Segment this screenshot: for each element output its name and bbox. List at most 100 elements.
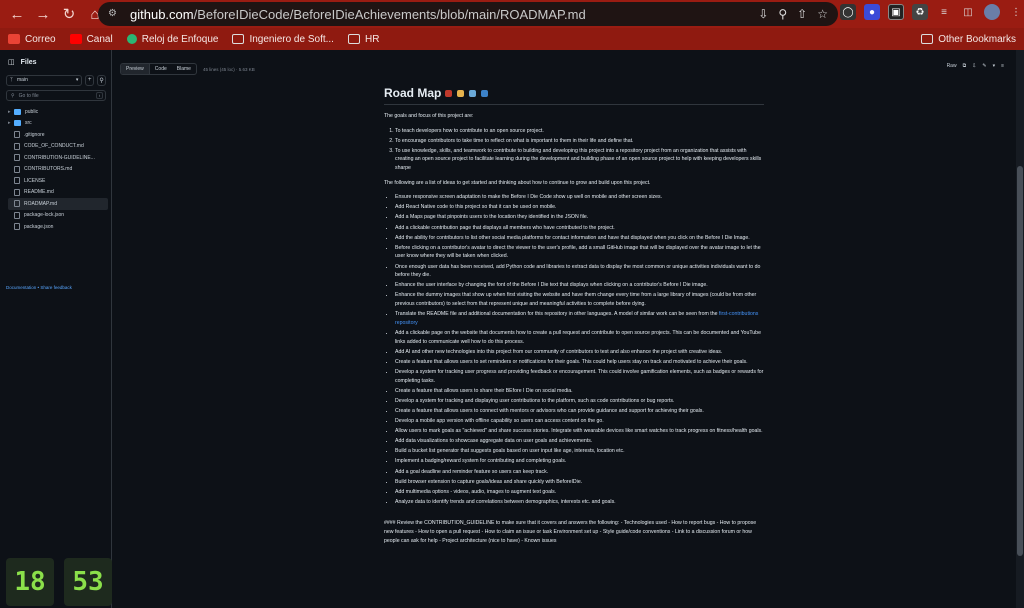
list-item: Add a clickable contribution page that d…: [395, 224, 764, 233]
tree-item-readme[interactable]: README.md: [8, 187, 108, 199]
tree-item-package-lock[interactable]: package-lock.json: [8, 210, 108, 222]
bookmark-label: Reloj de Enfoque: [141, 33, 219, 45]
tree-item-contribution-guideline[interactable]: CONTRIBUTION-GUIDELINE...: [8, 152, 108, 164]
tree-item-license[interactable]: LICENSE: [8, 175, 108, 187]
file-actions: Raw ⧉ ⇩ ✎ ▾ ≡: [947, 63, 1004, 69]
menu-icon[interactable]: ⋮: [1008, 4, 1024, 20]
tree-item-roadmap[interactable]: ROADMAP.md: [8, 198, 108, 210]
list-item: Analyze data to identify trends and corr…: [395, 498, 764, 507]
edit-pencil-icon[interactable]: ✎: [982, 63, 986, 69]
sidebar-toggle-icon[interactable]: ◫: [8, 58, 15, 66]
reload-icon[interactable]: ↻: [58, 3, 80, 25]
url-path: /BeforeIDieCode/BeforeIDieAchievements/b…: [193, 6, 586, 22]
folder-icon: [232, 34, 245, 44]
side-panel-icon[interactable]: ◫: [960, 4, 976, 20]
list-item: Create a feature that allows users to sh…: [395, 387, 764, 396]
tree-item-label: package.json: [24, 223, 54, 230]
file-icon: [14, 223, 20, 231]
tree-item-code-of-conduct[interactable]: CODE_OF_CONDUCT.md: [8, 141, 108, 153]
raw-button[interactable]: Raw: [947, 63, 957, 69]
tree-item-src[interactable]: ▸ src: [8, 118, 108, 130]
extensions-puzzle-icon[interactable]: ♻: [912, 4, 928, 20]
tree-item-label: CONTRIBUTION-GUIDELINE...: [24, 154, 95, 161]
clock-hours: 18: [6, 558, 54, 606]
list-item: Create a feature that allows users to se…: [395, 358, 764, 367]
tree-item-public[interactable]: ▸ public: [8, 106, 108, 118]
list-item: Add a goal deadline and reminder feature…: [395, 468, 764, 477]
tree-item-contributors[interactable]: CONTRIBUTORS.md: [8, 164, 108, 176]
tab-code[interactable]: Code: [150, 64, 172, 74]
extensions-area: ◯ ● ▣ ♻ ≡ ◫ ⋮: [840, 4, 1024, 20]
list-item: To teach developers how to contribute to…: [395, 127, 764, 136]
sidebar-footer-links[interactable]: Documentation • Share feedback: [6, 285, 72, 290]
bookmark-item[interactable]: Correo: [8, 34, 56, 45]
list-item: Add AI and other new technologies into t…: [395, 348, 764, 357]
tree-item-gitignore[interactable]: .gitignore: [8, 129, 108, 141]
chevron-down-icon[interactable]: ▾: [993, 63, 996, 69]
bookmark-star-icon[interactable]: ☆: [817, 7, 828, 21]
back-icon[interactable]: ←: [6, 3, 28, 25]
scrollbar-thumb[interactable]: [1017, 166, 1023, 556]
install-icon[interactable]: ⇩: [758, 7, 768, 21]
go-to-file-input[interactable]: ⚲ Go to file t: [6, 90, 106, 101]
tree-item-label: ROADMAP.md: [24, 200, 57, 207]
bookmark-item[interactable]: Reloj de Enfoque: [126, 33, 219, 45]
list-item: Enhance the dummy images that show up wh…: [395, 291, 764, 308]
file-header-bar: Preview Code Blame 45 lines (45 loc) · 5…: [120, 62, 1008, 76]
list-item: Develop a system for tracking user progr…: [395, 368, 764, 385]
file-icon: [14, 177, 20, 185]
list-item: Enhance the user interface by changing t…: [395, 281, 764, 290]
download-icon[interactable]: ⇩: [972, 63, 976, 69]
sidebar-title: Files: [20, 58, 37, 66]
intro-paragraph: The goals and focus of this project are:: [384, 113, 474, 119]
list-item: Add data visualizations to showcase aggr…: [395, 437, 764, 446]
forward-icon[interactable]: →: [32, 3, 54, 25]
file-icon: [14, 211, 20, 219]
file-meta: 45 lines (45 loc) · 5.63 KB: [202, 66, 255, 72]
tree-item-label: .gitignore: [24, 131, 45, 138]
folder-icon: [347, 34, 360, 44]
github-page: ◫ Files ᛉ main ▾ + ⚲ ⚲ Go to file t ▸ pub…: [0, 50, 1024, 608]
tree-item-package-json[interactable]: package.json: [8, 221, 108, 233]
shortcut-key: t: [96, 92, 103, 99]
folder-icon: [14, 108, 21, 115]
bookmark-item[interactable]: HR: [347, 33, 380, 45]
media-queue-icon[interactable]: ≡: [936, 4, 952, 20]
list-item: Develop a mobile app version with offlin…: [395, 417, 764, 426]
branch-selector[interactable]: ᛉ main ▾: [6, 74, 83, 86]
bookmark-label: Correo: [25, 33, 56, 45]
list-item: Before clicking on a contributor's avata…: [395, 244, 764, 261]
address-bar[interactable]: ⚙ github.com/BeforeIDieCode/BeforeIDieAc…: [98, 2, 838, 26]
extension-glasses-icon[interactable]: ◯: [840, 4, 856, 20]
site-info-icon[interactable]: ⚙: [108, 8, 120, 20]
tab-preview[interactable]: Preview: [121, 64, 150, 74]
extension-globe-icon[interactable]: ●: [864, 4, 880, 20]
other-bookmarks[interactable]: Other Bookmarks: [921, 28, 1016, 50]
extension-box-icon[interactable]: ▣: [888, 4, 904, 20]
tree-item-label: package-lock.json: [24, 212, 65, 219]
list-item: To use knowledge, skills, and teamwork t…: [395, 147, 764, 173]
folder-icon: [921, 34, 934, 44]
copy-icon[interactable]: ⧉: [963, 63, 967, 69]
bookmark-item[interactable]: Ingeniero de Soft...: [232, 34, 334, 45]
share-icon[interactable]: ⇧: [797, 7, 807, 21]
list-item: Add multimedia options - videos, audio, …: [395, 488, 764, 497]
outline-list-icon[interactable]: ≡: [1001, 63, 1004, 69]
bookmark-item[interactable]: Canal: [69, 34, 113, 45]
file-icon: [14, 154, 20, 162]
gmail-icon: [8, 34, 20, 44]
list-item: Add the ability for contributors to list…: [395, 234, 764, 243]
tab-blame[interactable]: Blame: [172, 64, 196, 74]
search-button[interactable]: ⚲: [97, 74, 107, 86]
list-item: Build a bucket list generator that sugge…: [395, 447, 764, 456]
branch-name: main: [17, 77, 28, 83]
bookmark-label: HR: [364, 33, 380, 45]
zoom-icon[interactable]: ⚲: [778, 7, 787, 21]
add-file-button[interactable]: +: [85, 74, 95, 86]
profile-avatar[interactable]: [984, 4, 1000, 20]
other-bookmarks-label: Other Bookmarks: [938, 33, 1016, 45]
page-scrollbar[interactable]: [1016, 50, 1024, 608]
tree-item-label: public: [25, 108, 39, 115]
search-icon: ⚲: [11, 92, 15, 99]
tree-item-label: LICENSE: [24, 177, 46, 184]
